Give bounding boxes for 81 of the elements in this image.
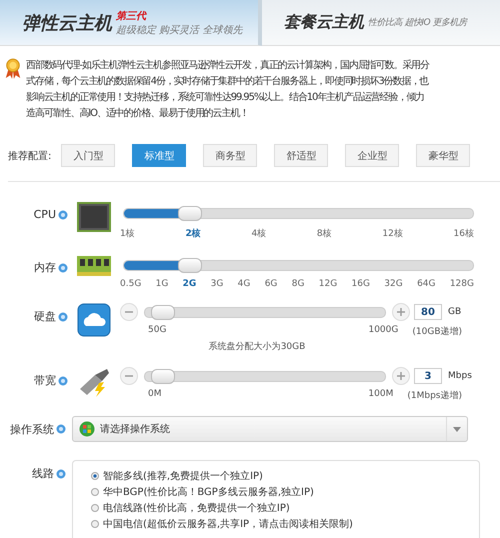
radio-button[interactable]	[91, 472, 99, 480]
step-label: (10GB递增)	[412, 326, 462, 338]
resource-label: 带宽	[34, 373, 56, 388]
radio-button[interactable]	[91, 520, 99, 528]
plus-button[interactable]	[392, 367, 410, 385]
tick-label[interactable]: 2核	[185, 227, 201, 240]
preset-button[interactable]: 入门型	[61, 144, 116, 167]
max-label: 100M	[368, 389, 394, 401]
disk-note: 系统盘分配大小为30GB	[208, 340, 306, 353]
tick-label[interactable]: 1核	[120, 227, 135, 240]
os-label: 操作系统	[10, 422, 54, 436]
radio-button[interactable]	[91, 488, 99, 496]
min-label: 50G	[148, 325, 166, 337]
memory-stick-icon	[77, 254, 111, 278]
slider-track[interactable]	[123, 260, 474, 271]
tick-label[interactable]: 6G	[264, 279, 278, 289]
line-option[interactable]: 电信线路(性价比高，免费提供一个独立IP)	[91, 501, 479, 515]
tick-label[interactable]: 4G	[238, 279, 250, 289]
tick-label[interactable]: 4核	[251, 227, 266, 240]
help-icon[interactable]	[58, 312, 68, 322]
tick-label[interactable]: 16G	[352, 279, 370, 289]
help-icon[interactable]	[58, 210, 68, 220]
tick-label[interactable]: 16核	[454, 227, 474, 240]
line-label: 线路	[32, 466, 54, 481]
minus-button[interactable]	[120, 367, 138, 385]
caret-icon	[453, 426, 461, 432]
radio-button[interactable]	[91, 504, 99, 512]
tick-label[interactable]: 3G	[210, 279, 224, 289]
slider-thumb[interactable]	[150, 368, 175, 384]
step-label: (1Mbps递增)	[407, 390, 462, 402]
tick-label[interactable]: 0.5G	[120, 279, 142, 289]
unit-label: Mbps	[448, 371, 473, 381]
intro-text-line: 造高可靠性、高IO、适中的价格、最易于使用的云主机！	[26, 106, 250, 121]
os-select[interactable]: 请选择操作系统	[72, 416, 468, 442]
help-icon[interactable]	[56, 468, 66, 478]
preset-label: 推荐配置:	[8, 150, 52, 162]
preset-button[interactable]: 豪华型	[416, 144, 470, 167]
tick-label[interactable]: 12核	[382, 227, 403, 240]
medal-icon	[4, 58, 22, 80]
preset-button[interactable]: 舒适型	[274, 144, 328, 167]
minus-button[interactable]	[120, 303, 138, 321]
tick-label[interactable]: 128G	[450, 279, 474, 289]
help-icon[interactable]	[58, 376, 68, 386]
help-icon[interactable]	[56, 424, 66, 434]
min-label: 0M	[148, 389, 162, 401]
plus-button[interactable]	[392, 303, 410, 321]
help-icon[interactable]	[58, 262, 68, 272]
generation-label: 第三代	[116, 10, 148, 22]
line-option[interactable]: 智能多线(推荐,免费提供一个独立IP)	[91, 469, 479, 483]
preset-button[interactable]: 商务型	[203, 144, 258, 167]
unit-label: GB	[448, 307, 462, 317]
tick-label[interactable]: 8G	[292, 279, 304, 289]
amount-field[interactable]: 80	[414, 304, 442, 320]
resource-label: 硬盘	[34, 309, 56, 324]
intro-text-line: 西部数码代理-如乐主机弹性云主机参照亚马逊弹性云开发，真正的云计算架构，国内屈指可数。采用分	[26, 58, 430, 73]
tick-label[interactable]: 8核	[316, 227, 332, 240]
max-label: 1000G	[368, 325, 398, 337]
resource-label: CPU	[34, 208, 56, 221]
slider-track[interactable]	[123, 208, 474, 219]
slider-track[interactable]	[144, 370, 386, 382]
preset-button[interactable]: 企业型	[345, 144, 400, 167]
tick-label[interactable]: 32G	[384, 279, 403, 289]
resource-label: 内存	[34, 260, 56, 275]
tick-label[interactable]: 2G	[182, 279, 196, 289]
slider-thumb[interactable]	[178, 258, 202, 273]
product-tab[interactable]: 套餐云主机 性价比高 超快IO 更多机房	[262, 0, 500, 46]
chip-icon	[77, 202, 111, 232]
cloud-icon	[77, 303, 111, 337]
amount-field[interactable]: 3	[414, 368, 442, 384]
tick-label[interactable]: 12G	[318, 279, 338, 289]
os-logo-icon	[79, 421, 95, 437]
preset-button[interactable]: 标准型	[132, 144, 186, 167]
intro-text-line: 影响云主机的正常使用！支持热迁移，系统可靠性达99.95%以上。结合10年主机产品运营经验，倾力	[26, 90, 426, 105]
line-option[interactable]: 华中BGP(性价比高！BGP多线云服务器,独立IP)	[91, 485, 479, 499]
intro-text-line: 式存储，每个云主机的数据保留4份，实时存储于集群中的若干台服务器上，即使同时损坏3份数据，也	[26, 74, 430, 89]
slider-thumb[interactable]	[150, 304, 175, 320]
slider-thumb[interactable]	[178, 206, 202, 221]
slider-track[interactable]	[144, 306, 386, 318]
tick-label[interactable]: 64G	[417, 279, 436, 289]
line-option[interactable]: 中国电信(超低价云服务器,共享IP，请点击阅读相关限制)	[91, 517, 479, 531]
tick-label[interactable]: 1G	[156, 279, 168, 289]
